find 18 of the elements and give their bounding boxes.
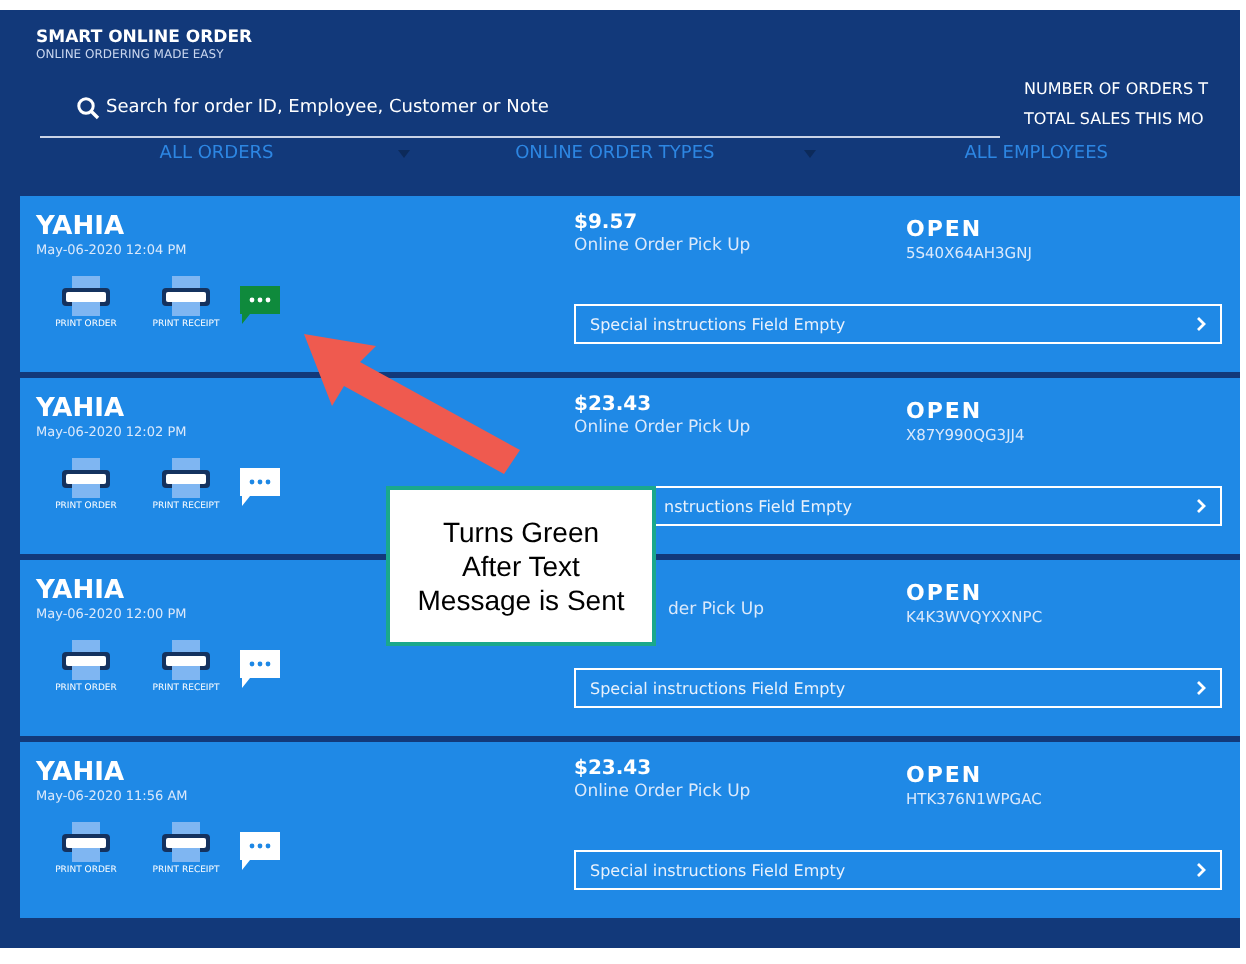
order-type: Online Order Pick Up (574, 782, 751, 802)
customer-name: YAHIA (36, 212, 125, 242)
app-title: SMART ONLINE ORDER (36, 28, 255, 48)
order-type: Online Order Pick Up (574, 418, 751, 438)
order-status: OPEN (906, 214, 985, 244)
stat-label: TOTAL SALES THIS MO (1024, 108, 1206, 132)
annotation-tooltip: Turns Green After Text Message is Sent (386, 486, 656, 646)
customer-name: YAHIA (36, 394, 125, 424)
customer-name: YAHIA (36, 576, 125, 606)
order-status: OPEN (906, 578, 985, 608)
order-type: Online Order Pick Up (574, 236, 751, 256)
order-status: OPEN (906, 760, 985, 790)
order-total: $9.57 (574, 212, 640, 236)
order-status: OPEN (906, 396, 985, 426)
order-total: $23.43 (574, 758, 654, 782)
customer-name: YAHIA (36, 758, 125, 788)
order-total: $23.43 (574, 394, 654, 418)
stat-label: NUMBER OF ORDERS T (1024, 78, 1208, 102)
